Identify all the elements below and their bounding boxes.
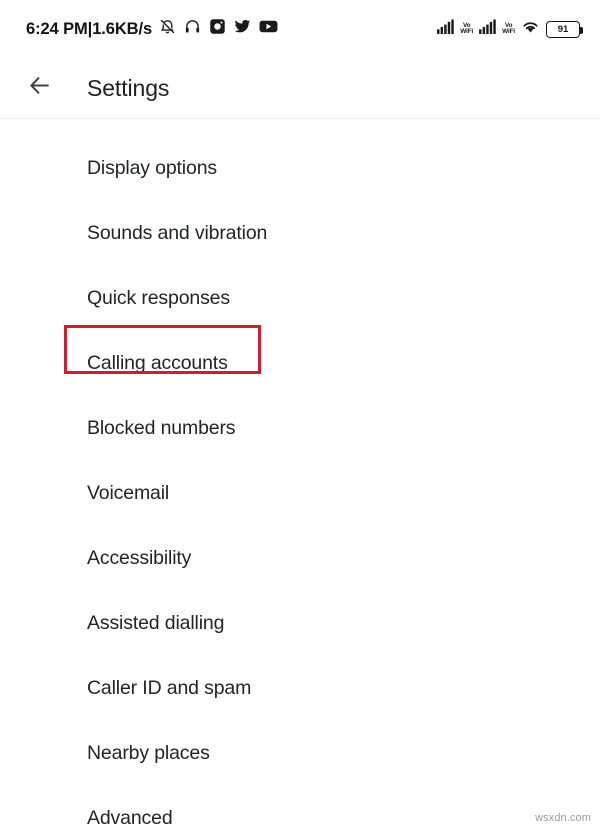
settings-list: Display options Sounds and vibration Qui…: [0, 119, 600, 831]
list-item-assisted-dialling[interactable]: Assisted dialling: [0, 591, 600, 656]
list-item-label: Blocked numbers: [87, 417, 236, 439]
signal-bars-icon: [437, 19, 454, 39]
list-item-blocked-numbers[interactable]: Blocked numbers: [0, 396, 600, 461]
watermark: wsxdn.com: [535, 812, 591, 824]
signal-bars-icon-2: [479, 19, 496, 39]
list-item-label: Accessibility: [87, 547, 192, 569]
list-item-label: Nearby places: [87, 742, 210, 764]
back-button[interactable]: [22, 71, 56, 105]
list-item-label: Display options: [87, 157, 217, 179]
list-item-label: Advanced: [87, 807, 173, 829]
status-bar-left: 6:24 PM|1.6KB/s: [0, 18, 278, 40]
list-item-label: Assisted dialling: [87, 612, 225, 634]
volte-wifi-2-line2: WiFi: [502, 28, 515, 35]
list-item-quick-responses[interactable]: Quick responses: [0, 266, 600, 331]
battery-icon: 91: [546, 20, 583, 38]
list-item-label: Quick responses: [87, 287, 230, 309]
app-bar: Settings: [0, 58, 600, 118]
volte-wifi-icon-2: Vo WiFi: [502, 22, 515, 36]
list-item-display-options[interactable]: Display options: [0, 136, 600, 201]
network-speed: 1.6KB/s: [92, 19, 153, 38]
list-item-voicemail[interactable]: Voicemail: [0, 461, 600, 526]
list-item-calling-accounts[interactable]: Calling accounts: [0, 331, 600, 396]
youtube-icon: [259, 19, 278, 39]
list-item-advanced[interactable]: Advanced: [0, 786, 600, 831]
twitter-icon: [234, 18, 251, 40]
instagram-icon: [209, 18, 226, 40]
headphones-icon: [184, 18, 201, 40]
list-item-label: Sounds and vibration: [87, 222, 268, 244]
list-item-accessibility[interactable]: Accessibility: [0, 526, 600, 591]
status-bar-notification-icons: [159, 18, 278, 40]
bell-muted-icon: [159, 18, 176, 40]
status-bar: 6:24 PM|1.6KB/s Vo WiFi Vo WiFi 91: [0, 0, 600, 58]
volte-wifi-line2: WiFi: [460, 28, 474, 35]
list-item-label: Caller ID and spam: [87, 677, 252, 699]
volte-wifi-icon: Vo WiFi: [460, 22, 474, 36]
arrow-left-icon: [27, 73, 52, 103]
page-title: Settings: [87, 74, 170, 101]
status-bar-clock: 6:24 PM|1.6KB/s: [26, 20, 152, 39]
list-item-caller-id-and-spam[interactable]: Caller ID and spam: [0, 656, 600, 721]
list-item-nearby-places[interactable]: Nearby places: [0, 721, 600, 786]
wifi-icon: [521, 19, 540, 39]
status-bar-right: Vo WiFi Vo WiFi 91: [437, 19, 600, 39]
battery-level: 91: [557, 23, 569, 35]
list-item-sounds-and-vibration[interactable]: Sounds and vibration: [0, 201, 600, 266]
list-item-label: Voicemail: [87, 482, 170, 504]
clock-time: 6:24 PM: [26, 19, 88, 38]
list-item-label: Calling accounts: [87, 352, 228, 374]
